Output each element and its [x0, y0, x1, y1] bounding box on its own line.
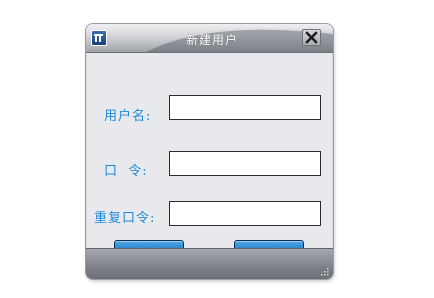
app-logo-icon: [91, 30, 107, 46]
window-title: 新建用户: [186, 33, 239, 47]
resize-grip-icon[interactable]: [320, 267, 329, 276]
title-bar[interactable]: 新建用户: [86, 24, 333, 53]
username-label: 用户名:: [104, 109, 152, 124]
password-label: 口 令:: [104, 164, 148, 179]
close-button[interactable]: [302, 29, 321, 46]
new-user-dialog: 新建用户 用户名: 口 令: 重复口令: 新建 退出: [86, 24, 333, 279]
close-icon: [305, 31, 318, 44]
confirm-password-label: 重复口令:: [94, 211, 156, 226]
status-bar: [86, 248, 333, 279]
form-area: 用户名: 口 令: 重复口令: 新建 退出: [87, 53, 332, 268]
confirm-password-input[interactable]: [169, 201, 321, 226]
password-input[interactable]: [169, 151, 321, 176]
username-input[interactable]: [169, 95, 321, 120]
